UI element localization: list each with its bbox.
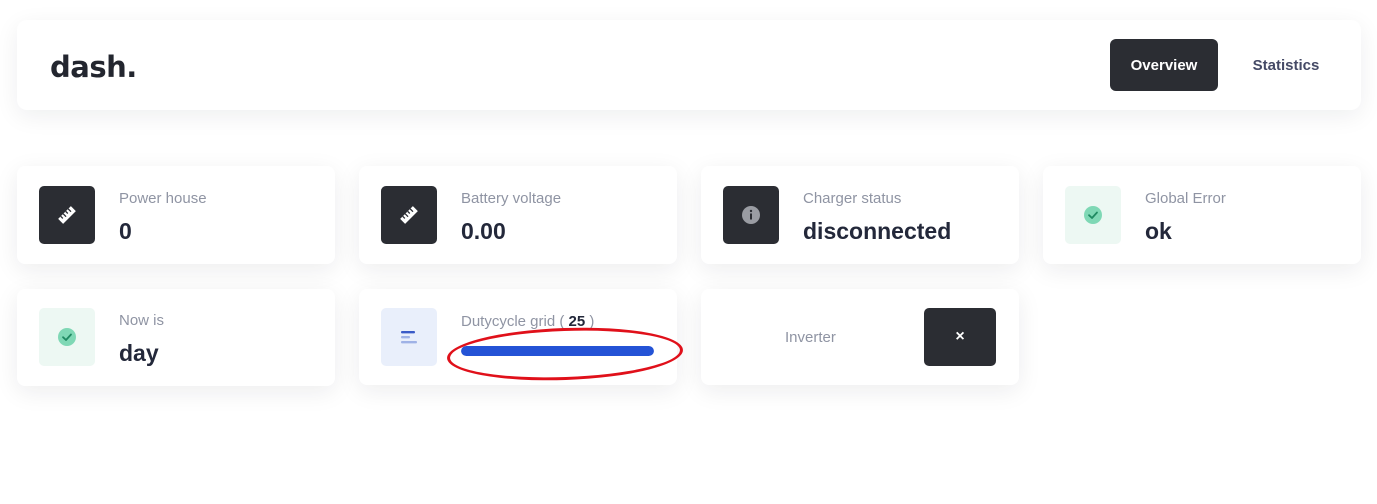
check-circle-icon <box>1065 186 1121 244</box>
now-is-label: Now is <box>119 312 165 329</box>
dutycycle-progress-bar <box>461 346 654 356</box>
global-error-label: Global Error <box>1145 190 1226 207</box>
now-is-value: day <box>119 340 159 366</box>
inverter-toggle-button[interactable]: × <box>924 308 996 366</box>
power-house-label: Power house <box>119 190 207 207</box>
charger-status-value: disconnected <box>803 218 952 244</box>
info-icon <box>723 186 779 244</box>
dutycycle-grid-label: Dutycycle grid ( 25 ) <box>461 313 594 330</box>
battery-voltage-label: Battery voltage <box>461 190 562 207</box>
nav-statistics-button[interactable]: Statistics <box>1233 39 1339 91</box>
power-house-card: Power house 0 <box>17 166 335 264</box>
align-left-icon <box>381 308 437 366</box>
power-house-value: 0 <box>119 218 132 244</box>
now-is-card: Now is day <box>17 289 335 386</box>
logo[interactable]: dash. <box>50 50 137 84</box>
dutycycle-progress-fill <box>461 346 654 356</box>
dutycycle-paren-open: ( <box>559 313 565 330</box>
battery-voltage-card: Battery voltage 0.00 <box>359 166 677 264</box>
dutycycle-grid-card: Dutycycle grid ( 25 ) <box>359 289 677 385</box>
inverter-label: Inverter <box>785 329 836 346</box>
dutycycle-grid-count: 25 <box>568 313 586 330</box>
battery-voltage-value: 0.00 <box>461 218 506 244</box>
ruler-icon <box>381 186 437 244</box>
top-header: dash. Overview Statistics <box>17 20 1361 110</box>
global-error-value: ok <box>1145 218 1172 244</box>
dutycycle-grid-title: Dutycycle grid <box>461 313 556 330</box>
dutycycle-paren-close: ) <box>589 313 595 330</box>
close-icon: × <box>955 328 965 345</box>
charger-status-card: Charger status disconnected <box>701 166 1019 264</box>
check-circle-icon <box>39 308 95 366</box>
dashboard-page: dash. Overview Statistics Power house 0 <box>0 0 1377 504</box>
inverter-card: Inverter × <box>701 289 1019 385</box>
ruler-icon <box>39 186 95 244</box>
nav-overview-button[interactable]: Overview <box>1110 39 1218 91</box>
charger-status-label: Charger status <box>803 190 902 207</box>
global-error-card: Global Error ok <box>1043 166 1361 264</box>
